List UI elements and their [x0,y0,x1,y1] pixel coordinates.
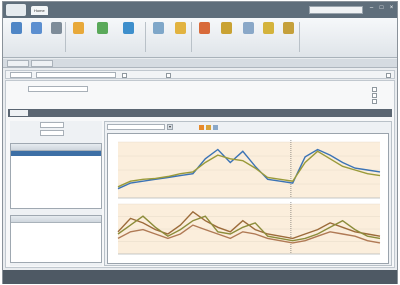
section-tab-3[interactable] [54,110,72,116]
open-folder-icon [11,22,22,34]
report-icon [199,22,210,34]
series-list-title [11,144,101,151]
ribbon-separator [145,22,146,52]
filter-field-1[interactable] [10,72,32,78]
app-window: Home – □ × ▾ [2,1,398,284]
ribbon-button-1[interactable] [7,20,25,54]
tools-icon [283,22,294,34]
section-tab-bar [8,109,392,117]
filter-checkbox-2[interactable] [166,73,171,78]
section-tab-6[interactable] [120,110,138,116]
menu-tab-2[interactable] [55,6,61,15]
section-tab-7[interactable] [142,110,160,116]
line-chart [117,140,381,255]
ribbon-button-7[interactable] [149,20,167,54]
left-field-1-input[interactable] [40,122,64,128]
ribbon-button-11[interactable] [239,20,257,54]
filter-right-checkbox[interactable] [386,73,391,78]
chart-pane: ▾ [104,121,392,266]
ribbon-button-3[interactable] [47,20,65,54]
chart-frame [107,133,389,264]
ribbon-separator [191,22,192,52]
compare-icon [221,22,232,34]
minimize-icon[interactable]: – [367,4,376,12]
chart-tool-icon-2[interactable] [206,125,211,130]
section-tab-5[interactable] [98,110,116,116]
info-line [11,238,101,243]
save-icon [31,22,42,34]
document-tab-bar [3,59,397,68]
right-checkbox-1[interactable] [372,87,377,92]
document-tab-2[interactable] [31,60,53,67]
info-panel-title [11,216,101,223]
document-tab-1[interactable] [7,60,29,67]
left-pane [10,121,102,266]
ribbon-button-8[interactable] [171,20,189,54]
section-tab-2[interactable] [32,110,50,116]
ribbon-toolbar [3,18,397,58]
status-bar [3,270,397,284]
ribbon-separator [299,22,300,52]
filter-field-2[interactable] [36,72,116,78]
chart-series-dropdown[interactable] [107,124,165,130]
ribbon-button-10[interactable] [217,20,235,54]
left-field-2-input[interactable] [40,130,64,136]
list-item[interactable] [11,166,101,171]
chart-tool-icon-3[interactable] [213,125,218,130]
help-icon [263,22,274,34]
filter-row [5,70,395,79]
title-bar: Home – □ × [3,2,397,18]
ribbon-button-4[interactable] [69,20,87,54]
ribbon-button-13[interactable] [279,20,297,54]
main-content: ▾ [5,80,395,268]
ribbon-button-2[interactable] [27,20,45,54]
maximize-icon[interactable]: □ [377,4,386,12]
chart-tool-icon-1[interactable] [199,125,204,130]
section-tab-8[interactable] [164,110,182,116]
name-input[interactable] [28,86,88,92]
section-tab-1[interactable] [10,110,28,116]
menu-tab-3[interactable] [79,6,85,15]
refresh-icon [123,22,134,34]
search-input[interactable] [309,6,363,14]
series-list-panel [10,143,102,209]
menu-tab-4[interactable] [103,6,109,15]
grid-icon [243,22,254,34]
settings-icon [175,22,186,34]
ribbon-button-5[interactable] [93,20,111,54]
print-icon [51,22,62,34]
info-panel [10,215,102,263]
right-checkbox-2[interactable] [372,93,377,98]
ribbon-separator [65,22,66,52]
chevron-down-icon[interactable]: ▾ [167,124,173,130]
filter-icon [153,22,164,34]
export-icon [73,22,84,34]
filter-checkbox[interactable] [122,73,127,78]
ribbon-button-12[interactable] [259,20,277,54]
close-icon[interactable]: × [387,4,396,12]
right-checkbox-3[interactable] [372,99,377,104]
app-logo-icon [6,4,26,16]
section-tab-4[interactable] [76,110,94,116]
ribbon-button-6[interactable] [119,20,137,54]
menu-tab-home[interactable]: Home [31,6,48,15]
chart-icon [97,22,108,34]
chart-toolbar: ▾ [107,124,389,131]
ribbon-button-9[interactable] [195,20,213,54]
